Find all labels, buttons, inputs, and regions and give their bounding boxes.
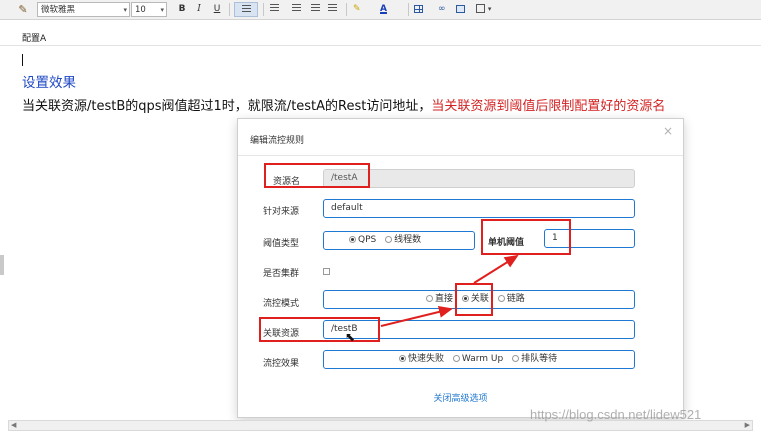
scroll-right-icon[interactable]: ▶ xyxy=(745,421,750,430)
fast-fail-radio[interactable] xyxy=(399,355,406,362)
outdent-button[interactable] xyxy=(311,2,320,17)
threshold-highlight xyxy=(481,219,571,255)
chain-radio[interactable] xyxy=(497,295,505,302)
image-button[interactable] xyxy=(456,2,465,17)
section-heading: 设置效果 xyxy=(22,75,76,91)
font-color-button[interactable]: A xyxy=(380,2,387,17)
queue-label: 排队等待 xyxy=(521,354,558,364)
ordered-list-icon xyxy=(270,4,279,13)
source-label: 针对来源 xyxy=(263,207,300,217)
thread-count-label: 线程数 xyxy=(394,235,422,245)
scroll-left-icon[interactable]: ◀ xyxy=(11,421,16,430)
queue-radio[interactable] xyxy=(512,355,520,362)
underline-button[interactable]: U xyxy=(211,2,223,17)
warm-up-label: Warm Up xyxy=(461,354,504,364)
flow-effect-label: 流控效果 xyxy=(263,359,300,369)
fast-fail-label: 快速失败 xyxy=(408,354,445,364)
font-family-value: 微软雅黑 xyxy=(41,5,76,15)
related-mode-highlight xyxy=(455,283,493,316)
align-button[interactable] xyxy=(234,2,258,17)
chevron-down-icon: ▾ xyxy=(487,5,492,13)
indent-icon xyxy=(328,4,337,13)
editor-header: 配置A xyxy=(0,20,761,46)
watermark-text: https://blog.csdn.net/lidew521 xyxy=(530,407,702,422)
flow-mode-label: 流控模式 xyxy=(263,299,300,309)
scroll-marker xyxy=(0,255,4,275)
toolbar-divider xyxy=(263,3,264,16)
text-caret xyxy=(22,54,23,66)
cluster-checkbox[interactable] xyxy=(323,268,330,275)
close-icon[interactable]: × xyxy=(663,124,673,138)
direct-radio[interactable] xyxy=(426,295,433,302)
unordered-list-button[interactable] xyxy=(292,2,301,17)
unordered-list-icon xyxy=(292,4,301,13)
source-code-icon xyxy=(476,4,485,13)
source-button[interactable]: ▾ xyxy=(476,2,491,17)
editor-toolbar: ✎ 微软雅黑 ▾ 10 ▾ B I U ✎ A ∞ ▾ xyxy=(0,0,761,20)
ordered-list-button[interactable] xyxy=(270,2,279,17)
threshold-type-label: 阈值类型 xyxy=(263,239,300,249)
cluster-label: 是否集群 xyxy=(263,269,300,279)
format-painter-icon[interactable]: ✎ xyxy=(16,2,30,17)
description-text: 当关联资源/testB的qps阀值超过1时，就限流/testA的Rest访问地址… xyxy=(22,95,665,114)
font-family-select[interactable]: 微软雅黑 ▾ xyxy=(37,2,130,17)
description-highlight: 当关联资源到阈值后限制配置好的资源名 xyxy=(431,99,666,114)
toolbar-divider xyxy=(229,3,230,16)
description-main: 当关联资源/testB的qps阀值超过1时，就限流/testA的Rest访问地址… xyxy=(22,99,432,114)
thread-count-radio[interactable] xyxy=(385,236,393,243)
qps-radio[interactable] xyxy=(349,236,356,243)
dialog-divider xyxy=(238,155,683,156)
flow-effect-group: 快速失败 Warm Up 排队等待 xyxy=(323,350,635,369)
chain-label: 链路 xyxy=(506,294,525,304)
config-label: 配置A xyxy=(22,34,47,44)
toolbar-divider xyxy=(346,3,347,16)
outdent-icon xyxy=(311,4,320,13)
resource-name-highlight xyxy=(264,163,370,188)
link-icon[interactable]: ∞ xyxy=(438,2,446,17)
close-advanced-options-link[interactable]: 关闭高级选项 xyxy=(238,391,683,404)
chevron-down-icon: ▾ xyxy=(123,6,127,14)
toolbar-divider xyxy=(408,3,409,16)
related-resource-highlight xyxy=(259,317,380,342)
bold-button[interactable]: B xyxy=(176,2,188,17)
indent-button[interactable] xyxy=(328,2,337,17)
threshold-type-group: QPS 线程数 xyxy=(323,231,475,250)
image-icon xyxy=(456,4,465,13)
warm-up-radio[interactable] xyxy=(452,355,460,362)
chevron-down-icon: ▾ xyxy=(160,6,164,14)
font-size-select[interactable]: 10 ▾ xyxy=(131,2,167,17)
dialog-title: 编辑流控规则 xyxy=(250,136,305,146)
font-size-value: 10 xyxy=(135,5,146,15)
qps-label: QPS xyxy=(358,235,377,245)
table-icon xyxy=(414,4,423,13)
highlight-color-button[interactable]: ✎ xyxy=(353,2,361,17)
source-input[interactable]: default xyxy=(323,199,635,218)
direct-label: 直接 xyxy=(435,294,454,304)
align-left-icon xyxy=(241,5,251,14)
mouse-cursor-icon: ⬉ xyxy=(345,330,356,344)
table-button[interactable] xyxy=(414,2,423,17)
italic-button[interactable]: I xyxy=(193,2,205,17)
